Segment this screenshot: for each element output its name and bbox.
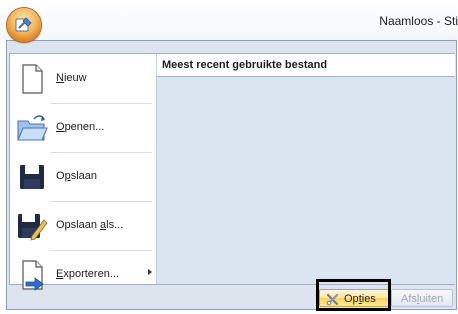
- window-title: Naamloos - Sti: [379, 14, 458, 28]
- menu-item-save-as[interactable]: Opslaan als...: [12, 203, 153, 249]
- save-as-icon: [18, 214, 48, 241]
- exit-button[interactable]: Afsluiten: [391, 289, 453, 307]
- menu-separator: [50, 201, 152, 202]
- recent-files-header: Meest recent gebruikte bestand: [157, 54, 455, 77]
- exit-label: Afsluiten: [401, 293, 444, 305]
- menu-item-new[interactable]: Nieuw: [12, 56, 153, 102]
- menu-item-label: Opslaan als...: [56, 219, 124, 231]
- menu-item-label: Opslaan: [56, 170, 97, 182]
- menu-item-save[interactable]: Opslaan: [12, 154, 153, 200]
- menu-separator: [50, 250, 152, 251]
- title-bar: Naamloos - Sti: [0, 0, 458, 40]
- save-disk-icon: [20, 165, 44, 189]
- application-menu: Nieuw Openen... Opslaan Opslaan als... E…: [6, 40, 457, 310]
- menu-item-label: Exporteren...: [56, 268, 119, 280]
- menu-item-label: Nieuw: [56, 72, 87, 84]
- menu-body: Nieuw Openen... Opslaan Opslaan als... E…: [9, 53, 455, 291]
- submenu-arrow-icon: [148, 269, 152, 275]
- open-folder-icon: [17, 115, 48, 141]
- app-logo-icon: [15, 17, 32, 32]
- menu-separator: [50, 152, 152, 153]
- recent-files-panel: Meest recent gebruikte bestand: [156, 54, 455, 284]
- menu-item-open[interactable]: Openen...: [12, 105, 153, 151]
- menu-commands: Nieuw Openen... Opslaan Opslaan als... E…: [10, 54, 155, 291]
- new-document-icon: [22, 64, 43, 94]
- menu-item-label: Openen...: [56, 121, 105, 133]
- menu-separator: [50, 103, 152, 104]
- focus-highlight: [316, 279, 391, 311]
- application-button[interactable]: [7, 8, 41, 42]
